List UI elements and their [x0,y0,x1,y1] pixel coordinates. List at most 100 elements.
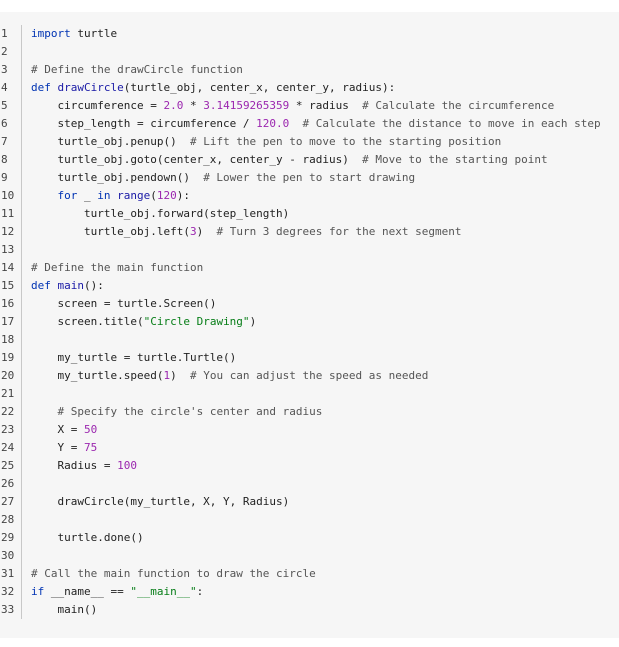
code-token: 120.0 [256,117,290,130]
code-token: # Lift the pen to move to the starting p… [189,135,502,148]
code-token: turtle.done() [31,531,144,544]
code-token: ( [150,189,157,202]
line-code: # Specify the circle's center and radius [31,403,323,421]
line-code: import turtle [31,25,117,43]
code-token: * [183,99,204,112]
code-token: def [31,279,51,292]
code-token: "Circle Drawing" [143,315,250,328]
code-line: 9 turtle_obj.pendown() # Lower the pen t… [0,169,619,187]
line-code: my_turtle.speed(1) # You can adjust the … [31,367,428,385]
line-number: 2 [0,43,22,61]
code-token: Radius = [31,459,118,472]
line-number: 14 [0,259,22,277]
code-token: drawCircle [57,81,124,94]
code-line: 32 if __name__ == "__main__": [0,583,619,601]
line-code: turtle_obj.penup() # Lift the pen to mov… [31,133,501,151]
code-line: 25 Radius = 100 [0,457,619,475]
code-token: _ [77,189,98,202]
code-token: import [31,27,71,40]
code-line: 8 turtle_obj.goto(center_x, center_y - r… [0,151,619,169]
code-token: (turtle_obj, center_x, center_y, radius)… [123,81,396,94]
code-line: 16 screen = turtle.Screen() [0,295,619,313]
code-line: 28 [0,511,619,529]
code-token: (): [84,279,104,292]
line-code: screen.title("Circle Drawing") [31,313,256,331]
line-code: turtle.done() [31,529,144,547]
line-number: 5 [0,97,22,115]
line-number: 22 [0,403,22,421]
line-code: def main(): [31,277,104,295]
code-line: 14 # Define the main function [0,259,619,277]
line-code: drawCircle(my_turtle, X, Y, Radius) [31,493,289,511]
code-token: 50 [83,423,98,436]
line-number: 16 [0,295,22,313]
code-token: # Call the main function to draw the cir… [31,567,316,580]
code-token: turtle_obj.pendown() [31,171,204,184]
code-token: 75 [83,441,98,454]
code-token: # Define the main function [31,261,204,274]
line-code: screen = turtle.Screen() [31,295,216,313]
line-number: 8 [0,151,22,169]
code-token: drawCircle(my_turtle, X, Y, Radius) [31,495,290,508]
line-number: 7 [0,133,22,151]
code-token: in [97,189,111,202]
code-line: 1 import turtle [0,25,619,43]
line-number: 9 [0,169,22,187]
code-token: ) [196,225,217,238]
code-line: 23 X = 50 [0,421,619,439]
line-number: 1 [0,25,22,43]
code-token: turtle_obj.left( [31,225,190,238]
code-token: # You can adjust the speed as needed [189,369,429,382]
line-number: 11 [0,205,22,223]
code-line: 12 turtle_obj.left(3) # Turn 3 degrees f… [0,223,619,241]
code-token: # Define the drawCircle function [31,63,243,76]
code-lines: 1 import turtle 2 3 # Define the drawCircle … [0,25,619,619]
line-code: # Define the main function [31,259,203,277]
code-line: 11 turtle_obj.forward(step_length) [0,205,619,223]
code-line: 3 # Define the drawCircle function [0,61,619,79]
line-number: 18 [0,331,22,349]
line-code: Radius = 100 [31,457,136,475]
code-line: 4 def drawCircle(turtle_obj, center_x, ce… [0,79,619,97]
line-code: # Define the drawCircle function [31,61,243,79]
code-token: screen.title( [31,315,144,328]
code-line: 24 Y = 75 [0,439,619,457]
line-number: 27 [0,493,22,511]
code-token: my_turtle = turtle.Turtle() [31,351,237,364]
code-line: 17 screen.title("Circle Drawing") [0,313,619,331]
code-token: for [57,189,78,202]
code-line: 31 # Call the main function to draw the c… [0,565,619,583]
code-line: 19 my_turtle = turtle.Turtle() [0,349,619,367]
code-token: circumference = [31,99,164,112]
code-token: # Calculate the circumference [362,99,555,112]
code-token: step_length = circumference / [31,117,257,130]
code-token: "__main__" [130,585,197,598]
code-line: 21 [0,385,619,403]
line-number: 19 [0,349,22,367]
code-line: 15 def main(): [0,277,619,295]
line-code: turtle_obj.pendown() # Lower the pen to … [31,169,415,187]
code-token: main() [31,603,98,616]
code-line: 30 [0,547,619,565]
code-line: 29 turtle.done() [0,529,619,547]
code-token: ) [249,315,257,328]
line-code: turtle_obj.goto(center_x, center_y - rad… [31,151,547,169]
line-code: X = 50 [31,421,97,439]
line-number: 30 [0,547,22,565]
code-token: turtle_obj.forward(step_length) [31,207,290,220]
line-code: circumference = 2.0 * 3.14159265359 * ra… [31,97,554,115]
code-token: ): [176,189,190,202]
line-number: 25 [0,457,22,475]
code-line: 6 step_length = circumference / 120.0 # … [0,115,619,133]
code-token: my_turtle.speed( [31,369,164,382]
line-code: turtle_obj.forward(step_length) [31,205,289,223]
code-token: * radius [289,99,363,112]
line-number: 23 [0,421,22,439]
code-line: 22 # Specify the circle's center and rad… [0,403,619,421]
line-number: 10 [0,187,22,205]
code-line: 20 my_turtle.speed(1) # You can adjust t… [0,367,619,385]
line-number: 21 [0,385,22,403]
code-block: 1 import turtle 2 3 # Define the drawCircle … [0,12,619,638]
